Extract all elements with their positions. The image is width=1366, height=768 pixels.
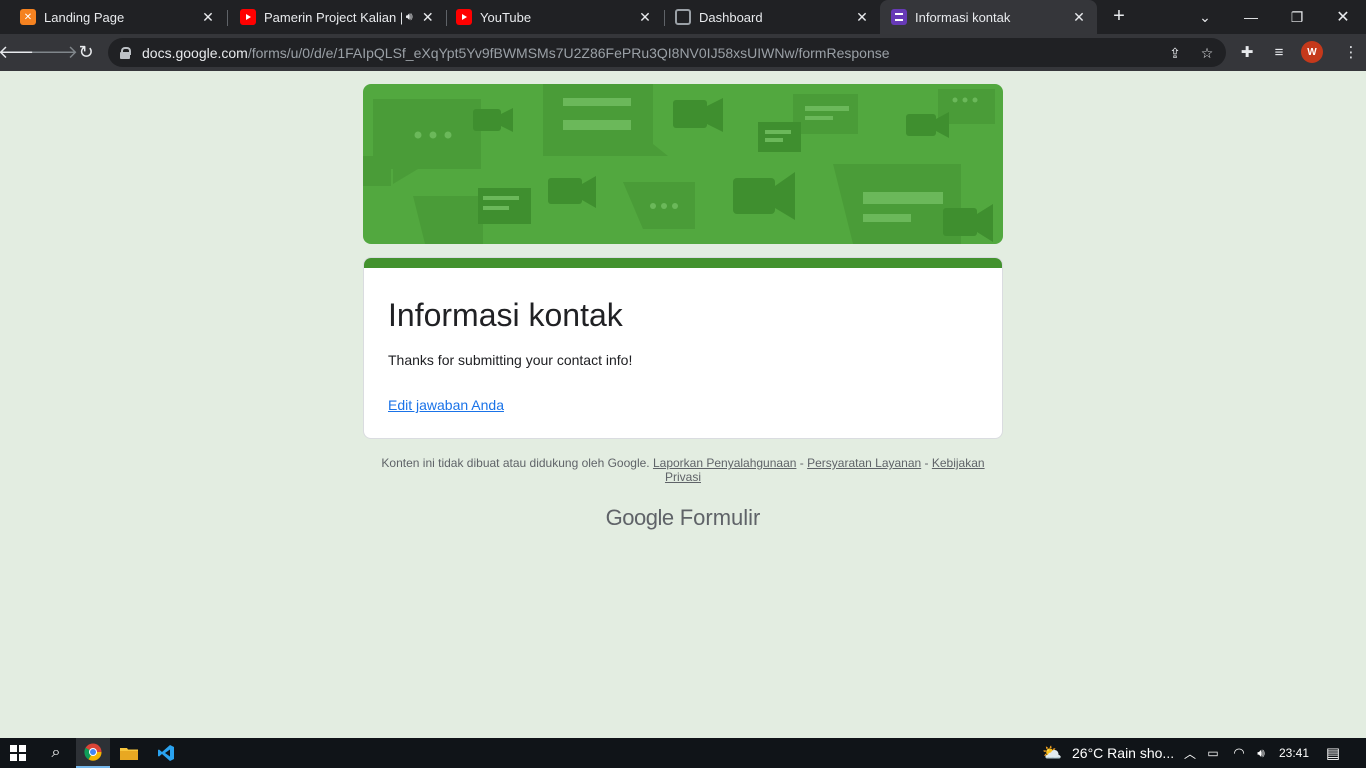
profile-avatar[interactable]: W — [1301, 41, 1323, 63]
report-abuse-link[interactable]: Laporkan Penyalahgunaan — [653, 456, 796, 470]
google-forms-icon — [891, 9, 907, 25]
weather-text[interactable]: 26°C Rain sho... — [1072, 738, 1174, 768]
tab-title: YouTube — [480, 9, 532, 25]
chevron-up-icon[interactable]: ︿ — [1181, 738, 1199, 768]
form-title: Informasi kontak — [388, 297, 623, 333]
brand-google: Google — [605, 505, 674, 530]
tab-title: Informasi kontak — [915, 9, 1011, 25]
forward-button[interactable]: 🡒 — [30, 38, 78, 66]
youtube-icon — [456, 9, 472, 25]
form-response-card: Informasi kontak Thanks for submitting y… — [363, 257, 1003, 439]
chat-pattern-illustration — [363, 84, 995, 244]
menu-icon[interactable]: ⋮ — [1340, 41, 1362, 63]
wifi-icon[interactable]: ◠ — [1229, 738, 1249, 768]
notification-icon[interactable]: ▤ — [1320, 738, 1346, 768]
confirmation-message: Thanks for submitting your contact info! — [388, 352, 633, 368]
theme-accent-bar — [364, 258, 1002, 268]
tab-title: Pamerin Project Kalian | D — [264, 9, 402, 25]
speaker-icon[interactable]: 🔊︎ — [402, 9, 417, 25]
windows-start-icon[interactable] — [0, 738, 36, 768]
separator: - — [796, 456, 808, 470]
tab-landing-page[interactable]: ✕ Landing Page ✕ — [0, 0, 226, 34]
separator: - — [921, 456, 932, 470]
weather-icon[interactable]: ⛅ — [1040, 738, 1064, 768]
minimize-button[interactable]: — — [1228, 0, 1274, 34]
globe-icon — [675, 9, 691, 25]
close-icon[interactable]: ✕ — [420, 9, 435, 25]
tab-dashboard[interactable]: Dashboard ✕ — [664, 0, 880, 34]
google-forms-logo[interactable]: Google Formulir — [363, 505, 1003, 531]
close-window-button[interactable]: ✕ — [1320, 0, 1366, 34]
close-icon[interactable]: ✕ — [854, 9, 870, 25]
tab-strip: ✕ Landing Page ✕ Pamerin Project Kalian … — [0, 0, 1366, 34]
windows-taskbar: ⌕ ⛅ 26°C Rain sho... ︿ ▭ ◠ 🔊︎ 23:41 ▤ — [0, 738, 1366, 768]
search-icon[interactable]: ⌕ — [38, 738, 74, 768]
bookmark-star-icon[interactable]: ☆ — [1198, 44, 1216, 62]
edit-response-link[interactable]: Edit jawaban Anda — [388, 397, 504, 413]
reload-button[interactable]: ↻ — [72, 38, 100, 66]
tab-pamerin-project[interactable]: Pamerin Project Kalian | D 🔊︎ ✕ — [228, 0, 445, 34]
file-explorer-icon[interactable] — [112, 738, 146, 768]
url-text: docs.google.com/forms/u/0/d/e/1FAIpQLSf_… — [142, 44, 890, 61]
tab-youtube[interactable]: YouTube ✕ — [446, 0, 663, 34]
share-icon[interactable]: ⇪ — [1166, 44, 1184, 62]
disclaimer-text: Konten ini tidak dibuat atau didukung ol… — [381, 456, 650, 470]
terms-link[interactable]: Persyaratan Layanan — [807, 456, 921, 470]
lock-icon[interactable] — [120, 46, 131, 59]
clock-text[interactable]: 23:41 — [1279, 738, 1309, 768]
tab-title: Dashboard — [699, 9, 763, 25]
battery-icon[interactable]: ▭ — [1203, 738, 1223, 768]
volume-icon[interactable]: 🔊︎ — [1251, 738, 1271, 768]
tab-search-button[interactable]: ⌄ — [1182, 0, 1228, 34]
footer-disclaimer: Konten ini tidak dibuat atau didukung ol… — [363, 456, 1003, 484]
new-tab-button[interactable]: + — [1108, 5, 1130, 27]
tab-informasi-kontak[interactable]: Informasi kontak ✕ — [880, 0, 1097, 34]
browser-toolbar: 🡐 🡒 ↻ docs.google.com/forms/u/0/d/e/1FAI… — [0, 34, 1366, 71]
close-icon[interactable]: ✕ — [200, 9, 216, 25]
xampp-icon: ✕ — [20, 9, 36, 25]
close-icon[interactable]: ✕ — [1071, 9, 1087, 25]
media-control-icon[interactable]: ≡ — [1268, 41, 1290, 63]
brand-product: Formulir — [679, 505, 761, 530]
address-bar[interactable]: docs.google.com/forms/u/0/d/e/1FAIpQLSf_… — [108, 38, 1226, 67]
form-header-banner — [363, 84, 1003, 244]
extensions-icon[interactable]: ✚ — [1236, 41, 1258, 63]
restore-button[interactable]: ❐ — [1274, 0, 1320, 34]
youtube-icon — [240, 9, 256, 25]
tab-title: Landing Page — [44, 9, 125, 25]
close-icon[interactable]: ✕ — [637, 9, 653, 25]
chrome-taskbar-icon[interactable] — [76, 738, 110, 768]
vscode-icon[interactable] — [148, 738, 184, 768]
